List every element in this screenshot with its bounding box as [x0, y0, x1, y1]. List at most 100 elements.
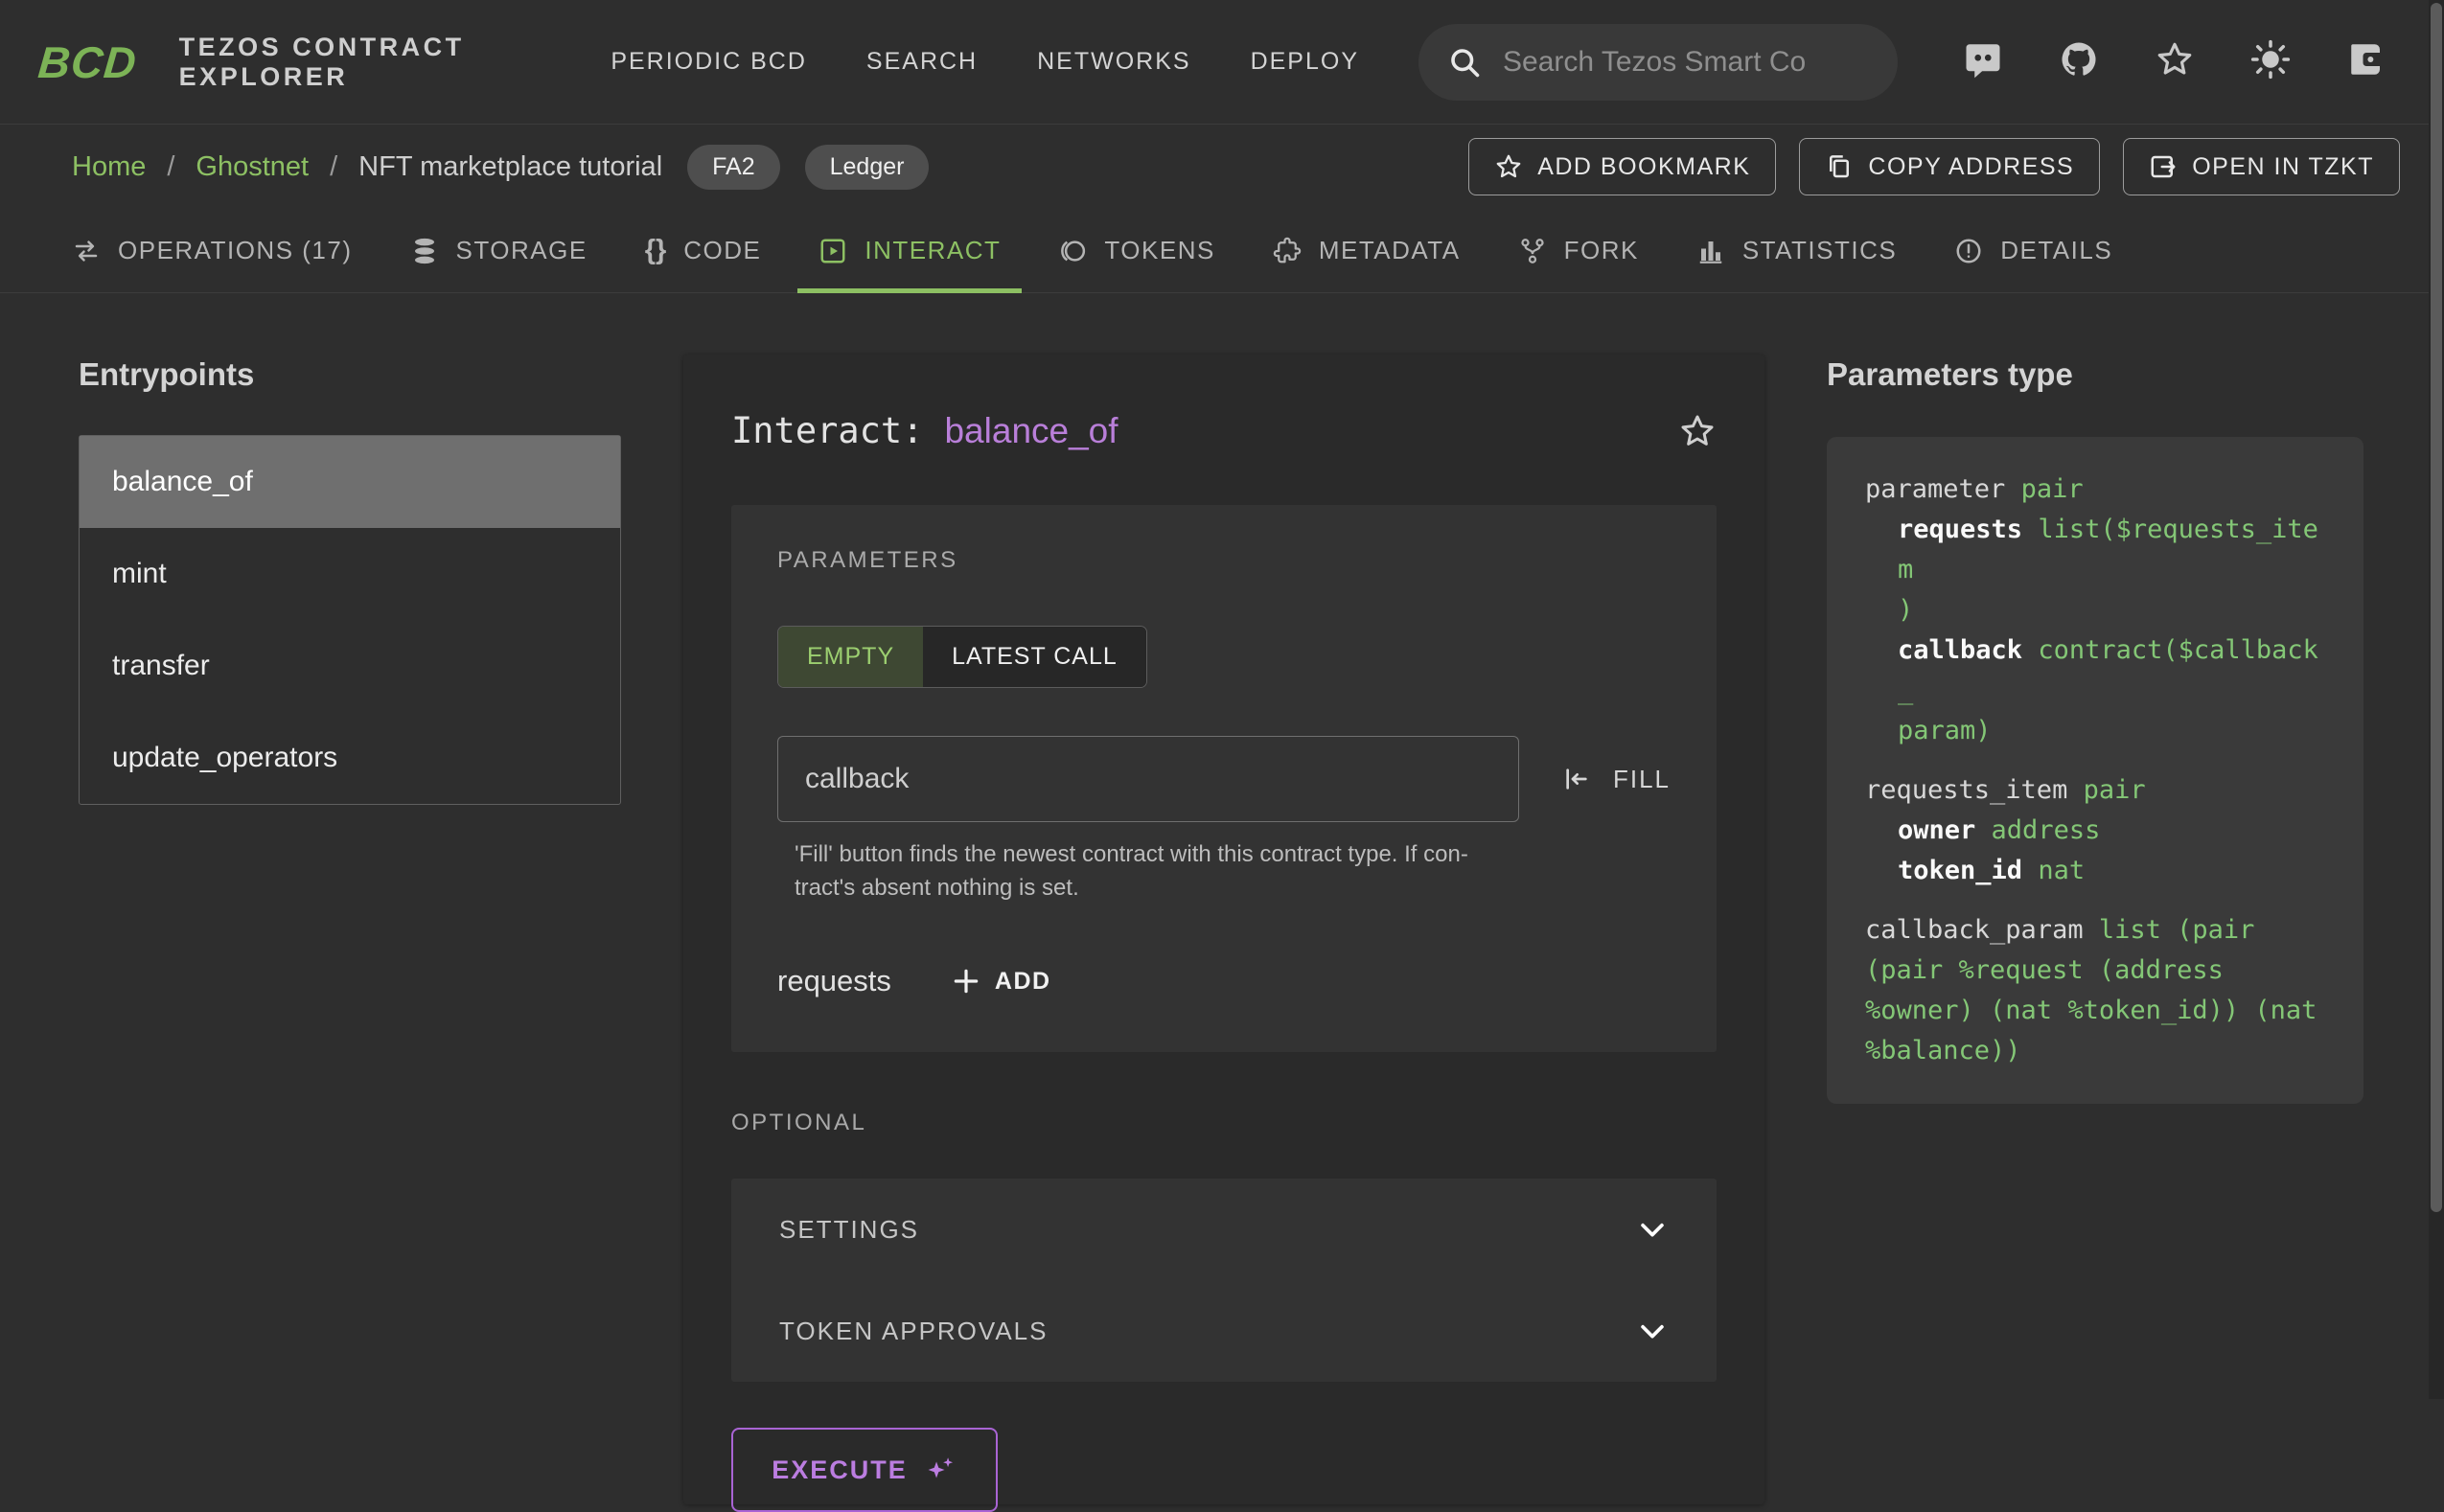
tab-storage[interactable]: STORAGE [381, 209, 616, 292]
search-icon [1447, 45, 1482, 80]
mode-latest-call[interactable]: LATEST CALL [923, 627, 1146, 687]
copy-icon [1825, 152, 1854, 181]
tab-statistics[interactable]: STATISTICS [1668, 209, 1925, 292]
discord-button[interactable] [1963, 39, 2003, 84]
fork-icon [1518, 237, 1547, 265]
scrollbar-thumb[interactable] [2431, 3, 2442, 1212]
interact-icon [819, 237, 847, 265]
tab-fork[interactable]: FORK [1489, 209, 1668, 292]
code-line: token_id nat [1865, 851, 2325, 891]
sparkle-icon [925, 1454, 957, 1486]
bcd-logo[interactable]: BCD [36, 36, 139, 88]
code-segment: %owner) (nat %token_id)) (nat [1865, 996, 2317, 1025]
search-bar[interactable] [1418, 24, 1898, 101]
star-icon [1494, 152, 1523, 181]
callback-input[interactable] [805, 763, 1491, 795]
tab-interact[interactable]: INTERACT [790, 209, 1029, 292]
wallet-button[interactable] [2346, 39, 2386, 84]
execute-button[interactable]: EXECUTE [731, 1428, 998, 1512]
callback-field[interactable] [777, 736, 1519, 822]
copy-address-button[interactable]: COPY ADDRESS [1799, 138, 2100, 195]
requests-label: requests [777, 964, 891, 998]
code-segment: (pair %request (address [1865, 955, 2224, 985]
tab-label: CODE [683, 236, 761, 265]
tab-label: OPERATIONS (17) [118, 236, 353, 265]
open-external-icon [2149, 152, 2178, 181]
search-input[interactable] [1503, 46, 1869, 79]
nav-item-search[interactable]: SEARCH [866, 48, 978, 76]
optional-sections: SETTINGS TOKEN APPROVALS [731, 1179, 1717, 1382]
contract-header-row: Home/Ghostnet/NFT marketplace tutorialFA… [0, 125, 2444, 209]
tab-label: STORAGE [456, 236, 588, 265]
add-label: ADD [995, 968, 1051, 996]
section-token-approvals[interactable]: TOKEN APPROVALS [731, 1280, 1717, 1382]
github-icon [2059, 39, 2099, 80]
callback-field-row: FILL [777, 736, 1671, 822]
github-button[interactable] [2059, 39, 2099, 84]
star-icon [2155, 39, 2195, 80]
entrypoint-mint[interactable]: mint [80, 528, 620, 620]
code-segment: address [1992, 815, 2101, 845]
tab-code[interactable]: {}CODE [616, 209, 791, 292]
tab-metadata[interactable]: METADATA [1244, 209, 1489, 292]
tab-label: METADATA [1319, 236, 1461, 265]
contract-actions: ADD BOOKMARK COPY ADDRESS OPEN IN TZKT [1468, 138, 2400, 195]
contract-badge-ledger: Ledger [805, 145, 930, 190]
tab-details[interactable]: DETAILS [1925, 209, 2141, 292]
add-bookmark-button[interactable]: ADD BOOKMARK [1468, 138, 1776, 195]
coin-icon [1058, 237, 1087, 265]
interact-panel: Interact: balance_of PARAMETERS EMPTYLAT… [683, 355, 1764, 1504]
section-settings[interactable]: SETTINGS [731, 1179, 1717, 1280]
code-segment: token_id [1898, 856, 2038, 885]
breadcrumb-ghostnet[interactable]: Ghostnet [196, 151, 309, 183]
code-segment: pair [2021, 474, 2084, 504]
code-segment: nat [2038, 856, 2085, 885]
favorite-star-icon[interactable] [1678, 412, 1717, 450]
entrypoints-panel: Entrypoints balance_ofminttransferupdate… [79, 356, 621, 805]
mode-empty[interactable]: EMPTY [778, 627, 923, 687]
section-label: SETTINGS [779, 1215, 919, 1245]
fill-button[interactable]: FILL [1561, 764, 1671, 794]
entrypoint-transfer[interactable]: transfer [80, 620, 620, 712]
open-in-tzkt-button[interactable]: OPEN IN TZKT [2123, 138, 2400, 195]
code-line: callback contract($callback_ [1865, 630, 2325, 711]
action-label: COPY ADDRESS [1868, 153, 2074, 181]
sun-button[interactable] [2250, 39, 2291, 84]
star-button[interactable] [2155, 39, 2195, 84]
entrypoints-title: Entrypoints [79, 356, 621, 393]
code-line: requests_item pair [1865, 770, 2325, 811]
add-request-button[interactable]: ADD [951, 966, 1051, 997]
tab-operations-17[interactable]: OPERATIONS (17) [43, 209, 381, 292]
barchart-icon [1696, 237, 1725, 265]
entrypoint-update-operators[interactable]: update_operators [80, 712, 620, 804]
entrypoints-list: balance_ofminttransferupdate_operators [79, 435, 621, 805]
parameters-type-panel: Parameters type parameter pairrequests l… [1827, 356, 2363, 1104]
code-segment: param) [1898, 716, 1992, 745]
app-title: TEZOS CONTRACT EXPLORER [179, 33, 498, 92]
puzzle-icon [1273, 237, 1302, 265]
tab-tokens[interactable]: TOKENS [1029, 209, 1243, 292]
breadcrumb: Home/Ghostnet/NFT marketplace tutorialFA… [72, 145, 929, 190]
fill-icon [1561, 764, 1592, 794]
optional-label: OPTIONAL [731, 1110, 1717, 1136]
code-line: %owner) (nat %token_id)) (nat [1865, 991, 2325, 1031]
nav-item-periodic-bcd[interactable]: PERIODIC BCD [611, 48, 807, 76]
action-label: OPEN IN TZKT [2192, 153, 2374, 181]
section-label: TOKEN APPROVALS [779, 1317, 1048, 1346]
breadcrumb-separator: / [167, 151, 174, 183]
code-segment: parameter [1865, 474, 2021, 504]
top-navbar: BCD TEZOS CONTRACT EXPLORER PERIODIC BCD… [0, 0, 2444, 125]
nav-item-networks[interactable]: NETWORKS [1037, 48, 1190, 76]
sun-icon [2250, 39, 2291, 80]
code-segment: callback_param [1865, 915, 2099, 945]
code-segment: ) [1898, 595, 1913, 625]
parameters-type-code: parameter pairrequests list($requests_it… [1827, 437, 2363, 1104]
tab-label: TOKENS [1104, 236, 1214, 265]
code-segment: owner [1898, 815, 1992, 845]
breadcrumb-home[interactable]: Home [72, 151, 146, 183]
entrypoint-balance-of[interactable]: balance_of [80, 436, 620, 528]
code-line: owner address [1865, 811, 2325, 851]
nav-item-deploy[interactable]: DEPLOY [1251, 48, 1359, 76]
interact-title: Interact: [731, 410, 923, 451]
nav-menu: PERIODIC BCD SEARCH NETWORKS DEPLOY [611, 48, 1418, 76]
